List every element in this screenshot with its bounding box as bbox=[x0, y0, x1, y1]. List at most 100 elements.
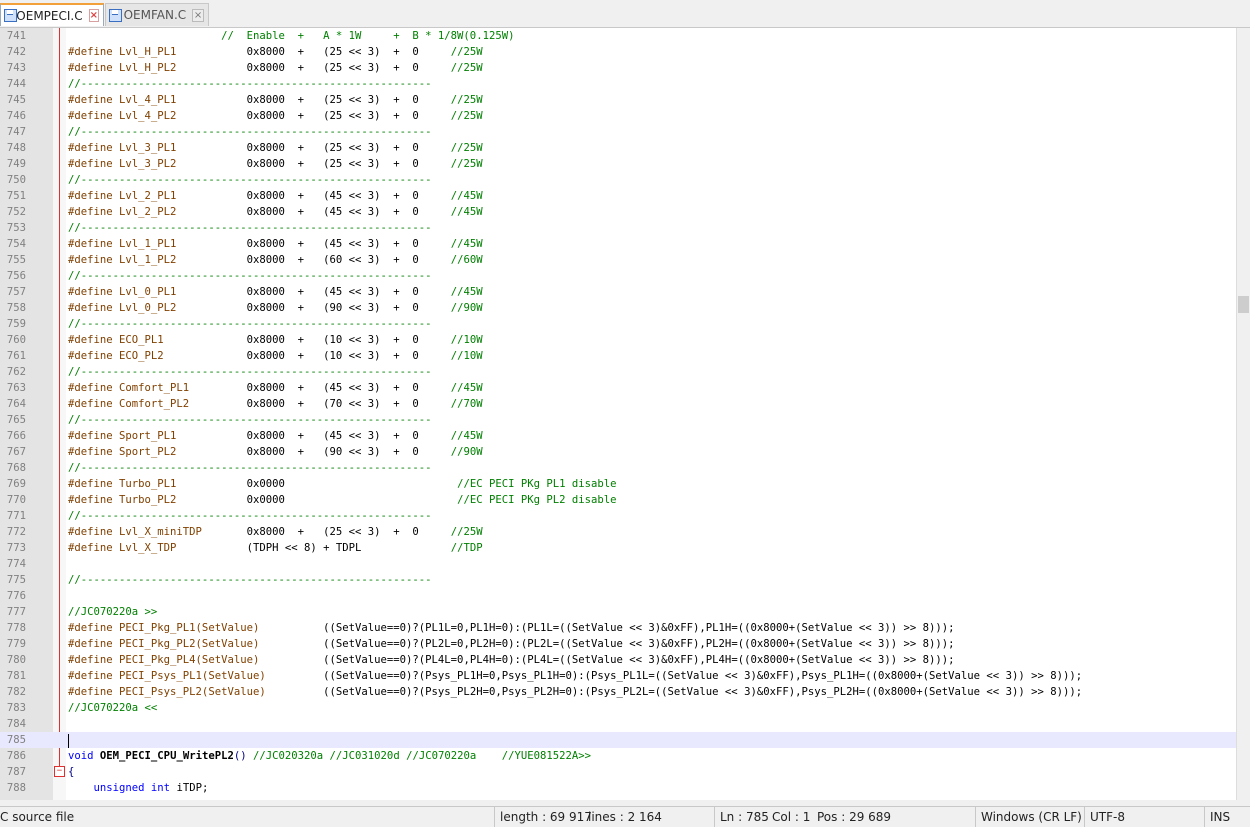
code-line[interactable]: 778 #define PECI_Pkg_PL1(SetValue) ((SetV… bbox=[0, 620, 1236, 636]
code-token: #define Lvl_4_PL2 bbox=[68, 110, 177, 122]
code-token: #define ECO_PL2 bbox=[68, 350, 164, 362]
code-token: //--------------------------------------… bbox=[68, 574, 432, 586]
line-number: 744 bbox=[6, 78, 26, 90]
tab-oemfan[interactable]: OEMFAN.C × bbox=[105, 3, 209, 26]
code-line[interactable]: 757 #define Lvl_0_PL1 0x8000 + (45 << 3) … bbox=[0, 284, 1236, 300]
code-line[interactable]: 770 #define Turbo_PL2 0x0000 //EC PECI PK… bbox=[0, 492, 1236, 508]
code-token: //EC PECI PKg PL1 disable bbox=[457, 478, 617, 490]
code-line[interactable]: 786 void OEM_PECI_CPU_WritePL2() //JC0203… bbox=[0, 748, 1236, 764]
code-token: #define PECI_Psys_PL2(SetValue) bbox=[68, 686, 266, 698]
code-token: #define Comfort_PL2 bbox=[68, 398, 190, 410]
code-line[interactable]: 741 // Enable + A * 1W + B * 1/8W(0.125W… bbox=[0, 28, 1236, 44]
code-token: //90W bbox=[450, 446, 483, 458]
code-line[interactable]: 749 #define Lvl_3_PL2 0x8000 + (25 << 3) … bbox=[0, 156, 1236, 172]
code-line[interactable]: 772 #define Lvl_X_miniTDP 0x8000 + (25 <<… bbox=[0, 524, 1236, 540]
code-line[interactable]: 767 #define Sport_PL2 0x8000 + (90 << 3) … bbox=[0, 444, 1236, 460]
line-number: 764 bbox=[6, 398, 26, 410]
code-line[interactable]: 745 #define Lvl_4_PL1 0x8000 + (25 << 3) … bbox=[0, 92, 1236, 108]
code-text: //--------------------------------------… bbox=[68, 364, 432, 380]
code-line[interactable]: 744 //-----------------------------------… bbox=[0, 76, 1236, 92]
code-text: //--------------------------------------… bbox=[68, 460, 432, 476]
code-text: #define Lvl_4_PL1 0x8000 + (25 << 3) + 0… bbox=[68, 92, 483, 108]
code-line[interactable]: 774 bbox=[0, 556, 1236, 572]
code-line[interactable]: 763 #define Comfort_PL1 0x8000 + (45 << 3… bbox=[0, 380, 1236, 396]
code-line[interactable]: 751 #define Lvl_2_PL1 0x8000 + (45 << 3) … bbox=[0, 188, 1236, 204]
code-text: #define PECI_Pkg_PL4(SetValue) ((SetValu… bbox=[68, 652, 955, 668]
code-token: #define Lvl_H_PL1 bbox=[68, 46, 177, 58]
code-line[interactable]: 743 #define Lvl_H_PL2 0x8000 + (25 << 3) … bbox=[0, 60, 1236, 76]
code-line[interactable]: 761 #define ECO_PL2 0x8000 + (10 << 3) + … bbox=[0, 348, 1236, 364]
line-number: 774 bbox=[6, 558, 26, 570]
status-eol[interactable]: Windows (CR LF) bbox=[975, 807, 1085, 827]
code-token: #define Lvl_2_PL1 bbox=[68, 190, 177, 202]
code-line[interactable]: 754 #define Lvl_1_PL1 0x8000 + (45 << 3) … bbox=[0, 236, 1236, 252]
code-line[interactable]: 776 bbox=[0, 588, 1236, 604]
code-line[interactable]: 773 #define Lvl_X_TDP (TDPH << 8) + TDPL … bbox=[0, 540, 1236, 556]
code-line[interactable]: 771 //-----------------------------------… bbox=[0, 508, 1236, 524]
code-line[interactable]: 781 #define PECI_Psys_PL1(SetValue) ((Set… bbox=[0, 668, 1236, 684]
code-text: //--------------------------------------… bbox=[68, 220, 432, 236]
fold-toggle-icon[interactable]: − bbox=[54, 766, 65, 777]
close-icon[interactable]: × bbox=[88, 9, 99, 22]
code-token: ((SetValue==0)?(PL4L=0,PL4H=0):(PL4L=((S… bbox=[259, 654, 955, 666]
code-line[interactable]: 783 //JC070220a << bbox=[0, 700, 1236, 716]
code-line[interactable]: 782 #define PECI_Psys_PL2(SetValue) ((Set… bbox=[0, 684, 1236, 700]
code-token: #define Lvl_3_PL1 bbox=[68, 142, 177, 154]
code-line[interactable]: 742 #define Lvl_H_PL1 0x8000 + (25 << 3) … bbox=[0, 44, 1236, 60]
code-token: () bbox=[233, 750, 247, 762]
code-token: 0x8000 + (25 << 3) + 0 bbox=[176, 158, 451, 170]
code-line[interactable]: 765 //-----------------------------------… bbox=[0, 412, 1236, 428]
code-line[interactable]: 764 #define Comfort_PL2 0x8000 + (70 << 3… bbox=[0, 396, 1236, 412]
code-line[interactable]: 746 #define Lvl_4_PL2 0x8000 + (25 << 3) … bbox=[0, 108, 1236, 124]
code-token: ((SetValue==0)?(Psys_PL2H=0,Psys_PL2H=0)… bbox=[265, 686, 1083, 698]
code-line[interactable]: 780 #define PECI_Pkg_PL4(SetValue) ((SetV… bbox=[0, 652, 1236, 668]
code-text: #define Lvl_X_TDP (TDPH << 8) + TDPL //T… bbox=[68, 540, 483, 556]
vertical-scrollbar[interactable] bbox=[1236, 28, 1250, 800]
status-encoding[interactable]: UTF-8 bbox=[1084, 807, 1208, 827]
code-line[interactable]: 755 #define Lvl_1_PL2 0x8000 + (60 << 3) … bbox=[0, 252, 1236, 268]
code-text: //--------------------------------------… bbox=[68, 268, 432, 284]
line-number: 776 bbox=[6, 590, 26, 602]
code-line[interactable]: 758 #define Lvl_0_PL2 0x8000 + (90 << 3) … bbox=[0, 300, 1236, 316]
code-line[interactable]: 752 #define Lvl_2_PL2 0x8000 + (45 << 3) … bbox=[0, 204, 1236, 220]
code-line[interactable]: 768 //-----------------------------------… bbox=[0, 460, 1236, 476]
code-line[interactable]: 779 #define PECI_Pkg_PL2(SetValue) ((SetV… bbox=[0, 636, 1236, 652]
code-line[interactable]: 785 bbox=[0, 732, 1236, 748]
code-token: 0x0000 bbox=[176, 478, 458, 490]
status-col: Col : 1 bbox=[772, 810, 811, 824]
code-text: #define PECI_Psys_PL1(SetValue) ((SetVal… bbox=[68, 668, 1082, 684]
code-line[interactable]: 787 −{ bbox=[0, 764, 1236, 780]
code-line[interactable]: 762 //-----------------------------------… bbox=[0, 364, 1236, 380]
code-token: //--------------------------------------… bbox=[68, 270, 432, 282]
code-token: 0x8000 + (25 << 3) + 0 bbox=[176, 46, 451, 58]
code-line[interactable]: 777 //JC070220a >> bbox=[0, 604, 1236, 620]
code-token: 0x8000 + (45 << 3) + 0 bbox=[189, 382, 451, 394]
tab-label: OEMPECI.C bbox=[16, 8, 83, 23]
tab-oempeci[interactable]: OEMPECI.C × bbox=[0, 3, 104, 26]
code-line[interactable]: 759 //-----------------------------------… bbox=[0, 316, 1236, 332]
code-line[interactable]: 753 //-----------------------------------… bbox=[0, 220, 1236, 236]
code-editor[interactable]: 741 // Enable + A * 1W + B * 1/8W(0.125W… bbox=[0, 28, 1236, 800]
code-token: iTDP; bbox=[170, 782, 209, 794]
code-token: 0x8000 + (25 << 3) + 0 bbox=[176, 62, 451, 74]
code-line[interactable]: 756 //-----------------------------------… bbox=[0, 268, 1236, 284]
code-text: #define Lvl_X_miniTDP 0x8000 + (25 << 3)… bbox=[68, 524, 483, 540]
close-icon[interactable]: × bbox=[192, 8, 204, 22]
code-line[interactable]: 769 #define Turbo_PL1 0x0000 //EC PECI PK… bbox=[0, 476, 1236, 492]
code-line[interactable]: 750 //-----------------------------------… bbox=[0, 172, 1236, 188]
code-token: { bbox=[68, 766, 75, 778]
code-token: //EC PECI PKg PL2 disable bbox=[457, 494, 617, 506]
scrollbar-thumb[interactable] bbox=[1238, 296, 1249, 313]
line-number: 761 bbox=[6, 350, 26, 362]
code-line[interactable]: 788 unsigned int iTDP; bbox=[0, 780, 1236, 796]
code-line[interactable]: 766 #define Sport_PL1 0x8000 + (45 << 3) … bbox=[0, 428, 1236, 444]
status-mode[interactable]: INS bbox=[1204, 807, 1250, 827]
code-line[interactable]: 775 //-----------------------------------… bbox=[0, 572, 1236, 588]
code-line[interactable]: 760 #define ECO_PL1 0x8000 + (10 << 3) + … bbox=[0, 332, 1236, 348]
code-line[interactable]: 747 //-----------------------------------… bbox=[0, 124, 1236, 140]
code-token: //45W bbox=[450, 206, 483, 218]
code-line[interactable]: 748 #define Lvl_3_PL1 0x8000 + (25 << 3) … bbox=[0, 140, 1236, 156]
line-number: 743 bbox=[6, 62, 26, 74]
line-number: 756 bbox=[6, 270, 26, 282]
code-line[interactable]: 784 bbox=[0, 716, 1236, 732]
